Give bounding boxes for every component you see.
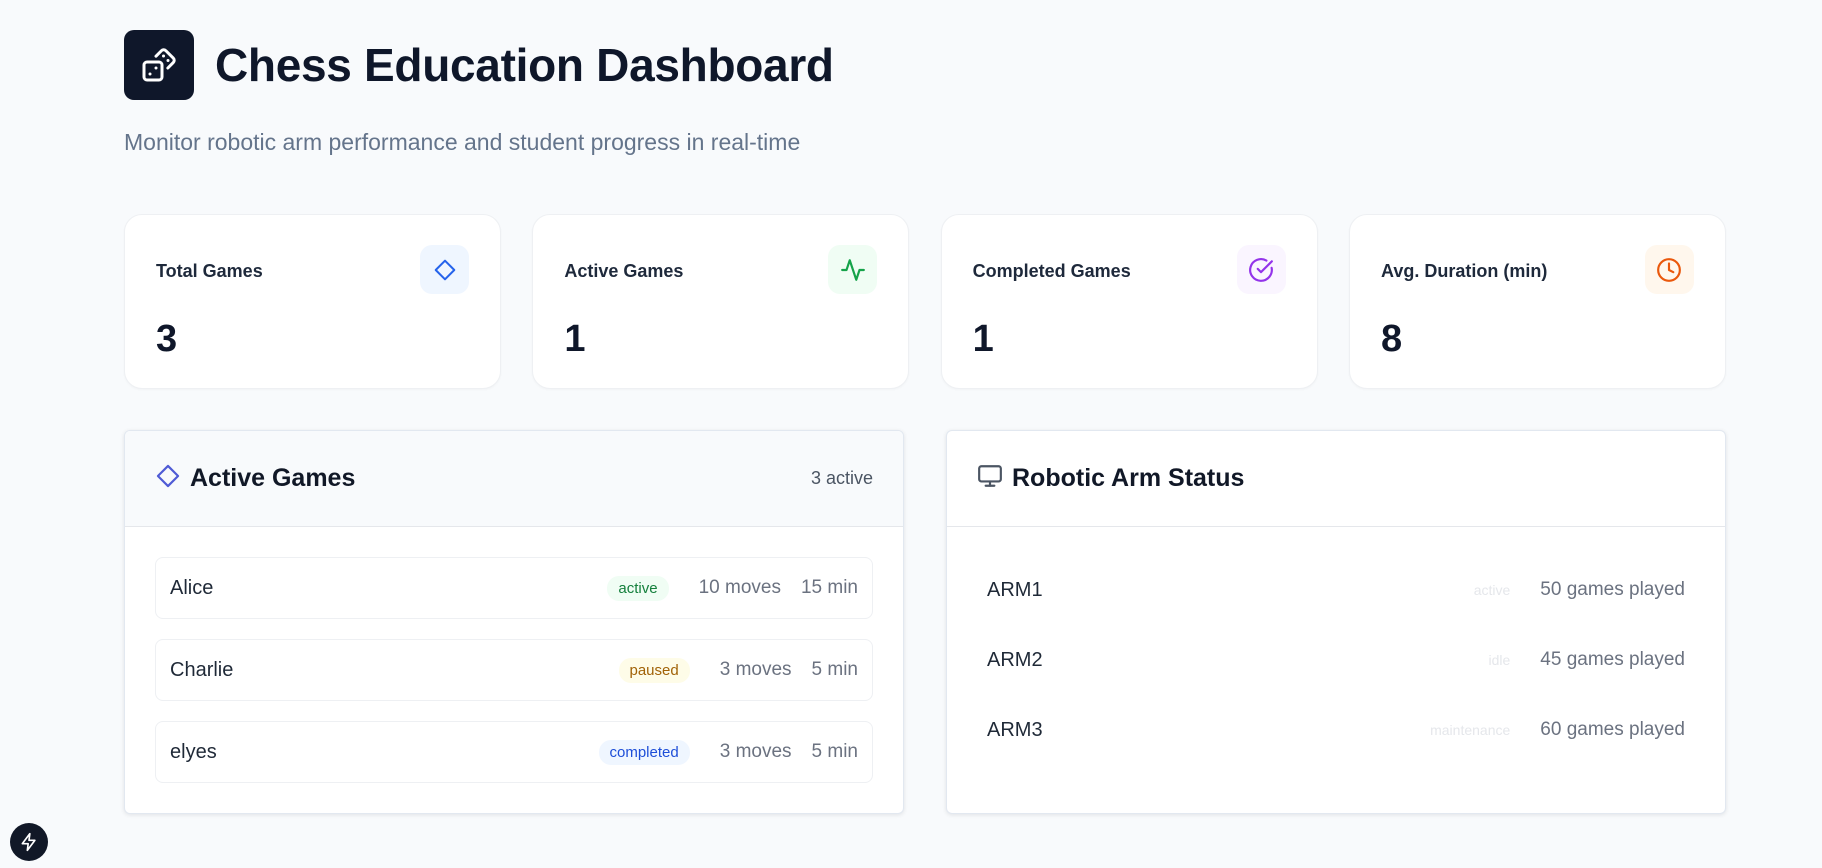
stat-value: 1 [564, 318, 586, 360]
active-games-panel: Active Games 3 active Alice active 10 mo… [124, 430, 904, 814]
arm-name: ARM3 [987, 718, 1043, 741]
page-header: Chess Education Dashboard [124, 30, 1726, 100]
arm-name: ARM1 [987, 578, 1043, 601]
arm-status: idle [1488, 652, 1511, 668]
stat-card-completed-games: Completed Games 1 [940, 214, 1318, 389]
game-moves: 10 moves [698, 577, 781, 598]
arm-row: ARM3 maintenance 60 games played [987, 695, 1685, 765]
check-circle-icon [1236, 245, 1286, 294]
stat-value: 1 [972, 318, 994, 360]
game-moves: 3 moves [719, 741, 792, 762]
dice-icon [124, 30, 194, 100]
game-row[interactable]: elyes completed 3 moves 5 min [155, 721, 873, 783]
stat-value: 3 [156, 318, 178, 360]
arm-name: ARM2 [987, 648, 1043, 671]
arm-games-played: 60 games played [1540, 719, 1685, 740]
game-row[interactable]: Charlie paused 3 moves 5 min [155, 639, 873, 701]
robotic-arm-title: Robotic Arm Status [1012, 464, 1245, 492]
arm-list: ARM1 active 50 games played ARM2 idle 45… [947, 527, 1725, 765]
robotic-arm-panel: Robotic Arm Status ARM1 active 50 games … [946, 430, 1726, 814]
stat-card-active-games: Active Games 1 [532, 214, 910, 389]
clock-icon [1644, 245, 1694, 294]
diamond-icon [420, 245, 469, 294]
arm-row: ARM1 active 50 games played [987, 555, 1685, 625]
stats-row: Total Games 3 Active Games 1 Completed G… [124, 214, 1726, 389]
diamond-icon [155, 463, 181, 494]
game-duration: 15 min [800, 577, 858, 598]
lightning-icon[interactable] [10, 823, 48, 861]
active-games-header: Active Games 3 active [125, 431, 903, 527]
status-badge: completed [598, 739, 690, 765]
stat-value: 8 [1380, 318, 1403, 360]
arm-status: active [1473, 582, 1511, 598]
game-moves: 3 moves [719, 659, 792, 680]
content-wrapper: Chess Education Dashboard Monitor roboti… [124, 30, 1726, 814]
status-badge: active [607, 575, 669, 601]
active-games-title: Active Games [190, 464, 356, 492]
page-title: Chess Education Dashboard [215, 39, 834, 91]
page-subtitle: Monitor robotic arm performance and stud… [124, 129, 801, 155]
arm-row: ARM2 idle 45 games played [987, 625, 1685, 695]
game-duration: 5 min [811, 741, 858, 762]
active-games-count: 3 active [810, 468, 873, 488]
monitor-icon [977, 463, 1003, 494]
robotic-arm-header: Robotic Arm Status [947, 431, 1725, 527]
game-player-name: Charlie [170, 658, 234, 681]
activity-icon [828, 245, 878, 294]
panels-row: Active Games 3 active Alice active 10 mo… [124, 430, 1726, 814]
arm-games-played: 45 games played [1540, 649, 1685, 670]
game-duration: 5 min [811, 659, 858, 680]
game-row[interactable]: Alice active 10 moves 15 min [155, 557, 873, 619]
arm-status: maintenance [1430, 722, 1511, 738]
stat-card-avg-duration: Avg. Duration (min) 8 [1348, 214, 1726, 389]
status-badge: paused [618, 657, 690, 683]
game-list: Alice active 10 moves 15 min Charlie pau… [125, 527, 903, 783]
arm-games-played: 50 games played [1540, 579, 1685, 600]
game-player-name: elyes [170, 740, 217, 763]
dashboard-page: Chess Education Dashboard Monitor roboti… [0, 0, 1822, 868]
stat-card-total-games: Total Games 3 [124, 214, 501, 389]
game-player-name: Alice [170, 576, 214, 599]
